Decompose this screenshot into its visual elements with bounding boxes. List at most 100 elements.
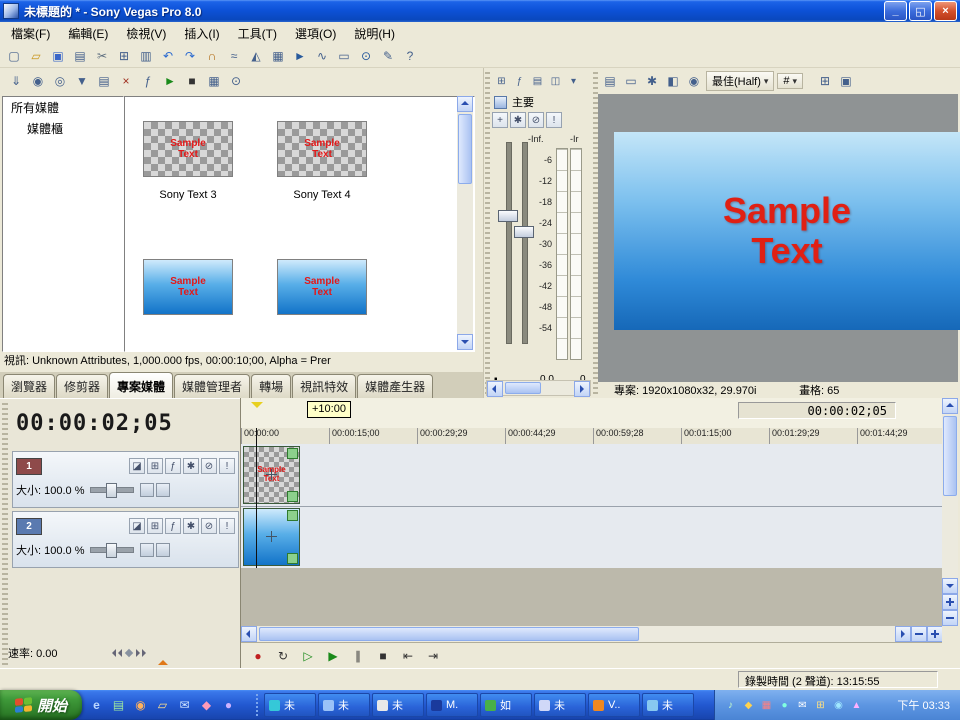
event-fx-icon[interactable] (287, 491, 298, 502)
tray-icon-2[interactable]: ◆ (741, 698, 756, 713)
tray-icon-8[interactable]: ▲ (849, 698, 864, 713)
mail-icon[interactable]: ✉ (176, 697, 193, 714)
zoom-in-button[interactable] (927, 626, 942, 642)
track-number-badge[interactable]: 1 (16, 458, 42, 475)
tray-mail-icon[interactable]: ✉ (795, 698, 810, 713)
tab[interactable]: 視訊特效 (292, 374, 356, 398)
timeline-v-scrollbar[interactable] (942, 398, 958, 626)
bus-fx-icon[interactable]: ✱ (510, 112, 526, 128)
paste-icon[interactable]: ▥ (136, 46, 156, 66)
zoom-edit-tool-icon[interactable]: ⊙ (356, 46, 376, 66)
track-motion-icon[interactable]: ⊞ (147, 458, 163, 474)
ignore-event-grouping-icon[interactable]: ▦ (268, 46, 288, 66)
media-fx-icon[interactable]: ƒ (138, 71, 158, 91)
project-video-properties-icon[interactable]: ▤ (601, 72, 619, 90)
menu-item[interactable]: 插入(I) (175, 23, 228, 44)
copy-icon[interactable]: ⊞ (114, 46, 134, 66)
bypass-motion-blur-icon[interactable]: ◪ (129, 458, 145, 474)
tray-icon-7[interactable]: ◉ (831, 698, 846, 713)
scroll-right-icon[interactable] (574, 381, 590, 397)
tray-volume-icon[interactable]: ♪ (723, 698, 738, 713)
overlay-options-icon[interactable]: ◉ (685, 72, 703, 90)
loop-playback-button[interactable]: ↻ (272, 646, 294, 666)
taskbar-window-button[interactable]: 未 (318, 693, 370, 717)
event-fx-icon[interactable] (287, 553, 298, 564)
tray-icon-6[interactable]: ⊞ (813, 698, 828, 713)
taskbar-window-button[interactable]: V.. (588, 693, 640, 717)
timeline-clip[interactable] (243, 508, 300, 566)
time-ruler[interactable]: 00:00:0000:00:15;0000:00:29;2900:00:44;2… (241, 428, 942, 445)
track-number-badge[interactable]: 2 (16, 518, 42, 535)
make-compositing-child-icon[interactable] (156, 543, 170, 557)
scroll-down-icon[interactable] (457, 334, 473, 350)
event-fade-handle-icon[interactable] (287, 510, 298, 521)
play-button[interactable]: ▶ (322, 646, 344, 666)
video-output-fx-icon[interactable]: ✱ (643, 72, 661, 90)
menu-item[interactable]: 說明(H) (345, 23, 404, 44)
redo-icon[interactable]: ↷ (180, 46, 200, 66)
insert-audio-bus-icon[interactable]: ⊞ (493, 73, 510, 90)
ie-icon[interactable]: e (88, 697, 105, 714)
open-icon[interactable]: ▱ (26, 46, 46, 66)
timeline-drag-handle[interactable] (2, 403, 8, 665)
new-project-icon[interactable]: ▢ (4, 46, 24, 66)
messenger-icon[interactable]: ◆ (198, 697, 215, 714)
media-item[interactable]: Sample Text Sony Text 3 (143, 121, 253, 203)
scroll-track[interactable] (942, 414, 958, 578)
taskbar-window-button[interactable]: 未 (642, 693, 694, 717)
time-display[interactable]: 00:00:02;05 (16, 411, 226, 436)
menu-item[interactable]: 檔案(F) (2, 23, 59, 44)
automation-icon[interactable]: + (492, 112, 508, 128)
scroll-up-icon[interactable] (457, 96, 473, 112)
taskbar-window-button[interactable]: 如 (480, 693, 532, 717)
downmix-output-icon[interactable]: ◫ (547, 73, 564, 90)
track-rows[interactable]: Sample Text (241, 444, 942, 568)
track-level-slider[interactable] (90, 487, 134, 493)
enable-snapping-icon[interactable]: ∩ (202, 46, 222, 66)
media-item[interactable]: Sample Text (143, 259, 253, 341)
edit-cursor[interactable] (256, 428, 257, 568)
media-properties-icon[interactable]: ▤ (94, 71, 114, 91)
project-properties-icon[interactable]: ▤ (70, 46, 90, 66)
tab[interactable]: 瀏覽器 (3, 374, 55, 398)
split-screen-view-icon[interactable]: ◧ (664, 72, 682, 90)
media-item[interactable]: Sample Text Sony Text 4 (277, 121, 387, 203)
track-fx-icon[interactable]: ƒ (165, 518, 181, 534)
start-button[interactable]: 開始 (0, 690, 82, 720)
zoom-out-button[interactable] (942, 610, 958, 626)
automation-settings-icon[interactable]: ✱ (183, 458, 199, 474)
menu-item[interactable]: 工具(T) (229, 23, 286, 44)
mixer-properties-icon[interactable]: ▤ (529, 73, 546, 90)
auto-ripple-icon[interactable]: ≈ (224, 46, 244, 66)
menu-item[interactable]: 檢視(V) (117, 23, 175, 44)
media-thumbnail[interactable]: Sample Text (143, 259, 233, 315)
browser-icon[interactable]: ● (220, 697, 237, 714)
composite-mode-icon[interactable] (140, 483, 154, 497)
taskbar-window-button[interactable]: 未 (372, 693, 424, 717)
record-button[interactable]: ● (247, 646, 269, 666)
folder-icon[interactable]: ▱ (154, 697, 171, 714)
track-level-slider[interactable] (90, 547, 134, 553)
tab[interactable]: 專案媒體 (109, 372, 173, 398)
media-thumbnail[interactable]: Sample Text (277, 121, 367, 177)
grid-overlay-button[interactable]: # ▾ (777, 73, 803, 89)
tree-item[interactable]: 所有媒體 (3, 97, 123, 118)
media-item[interactable]: Sample Text (277, 259, 387, 341)
volume-fader[interactable] (498, 210, 518, 222)
save-icon[interactable]: ▣ (48, 46, 68, 66)
tray-icon-4[interactable]: ● (777, 698, 792, 713)
media-player-icon[interactable]: ◉ (132, 697, 149, 714)
cursor-head[interactable] (251, 402, 263, 414)
slider-knob[interactable] (106, 483, 117, 498)
track-fx-icon[interactable]: ƒ (165, 458, 181, 474)
scroll-track[interactable] (503, 381, 574, 395)
taskbar-window-button[interactable]: 未 (264, 693, 316, 717)
start-preview-icon[interactable]: ► (160, 71, 180, 91)
media-thumbnail[interactable]: Sample Text (143, 121, 233, 177)
stop-preview-icon[interactable]: ■ (182, 71, 202, 91)
rate-marker[interactable] (158, 655, 168, 665)
tab[interactable]: 媒體產生器 (357, 374, 433, 398)
pan-crop-icon[interactable] (266, 469, 277, 480)
scroll-left-icon[interactable] (241, 626, 257, 642)
capture-video-icon[interactable]: ◉ (28, 71, 48, 91)
